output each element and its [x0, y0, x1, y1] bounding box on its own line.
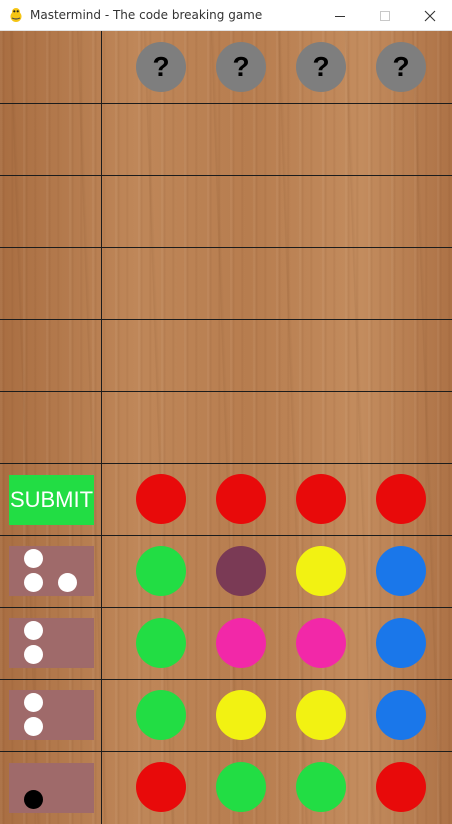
- secret-peg: ?: [376, 42, 426, 92]
- feedback-peg: [58, 573, 77, 592]
- guess-peg: [216, 546, 266, 596]
- guess-peg: [296, 762, 346, 812]
- guess-peg: [216, 690, 266, 740]
- feedback-box: [9, 618, 94, 668]
- guess-peg: [296, 546, 346, 596]
- current-guess-peg[interactable]: [216, 474, 266, 524]
- column-divider: [101, 31, 102, 824]
- feedback-peg: [24, 645, 43, 664]
- guess-peg: [136, 546, 186, 596]
- feedback-peg: [24, 573, 43, 592]
- close-icon: [424, 10, 435, 21]
- row-divider: [0, 751, 452, 752]
- row-divider: [0, 535, 452, 536]
- feedback-box: [9, 690, 94, 740]
- row-divider: [0, 175, 452, 176]
- guess-peg: [136, 762, 186, 812]
- submit-button[interactable]: SUBMIT: [9, 475, 94, 525]
- guess-peg: [376, 618, 426, 668]
- guess-peg: [136, 618, 186, 668]
- secret-peg: ?: [296, 42, 346, 92]
- minimize-button[interactable]: [317, 0, 362, 31]
- feedback-peg: [24, 549, 43, 568]
- guess-peg: [296, 690, 346, 740]
- feedback-peg: [24, 717, 43, 736]
- row-divider: [0, 463, 452, 464]
- secret-peg: ?: [216, 42, 266, 92]
- row-divider: [0, 679, 452, 680]
- guess-peg: [376, 546, 426, 596]
- title-bar: Mastermind - The code breaking game: [0, 0, 452, 31]
- row-divider: [0, 247, 452, 248]
- guess-peg: [376, 762, 426, 812]
- game-board: ? ? ? ? SUBMIT: [0, 31, 452, 824]
- pygame-snake-icon: [10, 8, 22, 22]
- feedback-peg: [24, 693, 43, 712]
- guess-peg: [136, 690, 186, 740]
- row-divider: [0, 319, 452, 320]
- current-guess-peg[interactable]: [296, 474, 346, 524]
- current-guess-peg[interactable]: [136, 474, 186, 524]
- feedback-peg: [24, 621, 43, 640]
- row-divider: [0, 103, 452, 104]
- guess-peg: [216, 762, 266, 812]
- guess-peg: [376, 690, 426, 740]
- guess-peg: [296, 618, 346, 668]
- minimize-icon: [334, 15, 345, 17]
- secret-peg: ?: [136, 42, 186, 92]
- maximize-button[interactable]: [362, 0, 407, 31]
- window-title: Mastermind - The code breaking game: [30, 8, 263, 22]
- guess-peg: [216, 618, 266, 668]
- current-guess-peg[interactable]: [376, 474, 426, 524]
- close-button[interactable]: [407, 0, 452, 31]
- feedback-peg: [24, 790, 43, 809]
- row-divider: [0, 607, 452, 608]
- row-divider: [0, 391, 452, 392]
- feedback-box: [9, 763, 94, 813]
- maximize-icon: [379, 10, 390, 21]
- feedback-box: [9, 546, 94, 596]
